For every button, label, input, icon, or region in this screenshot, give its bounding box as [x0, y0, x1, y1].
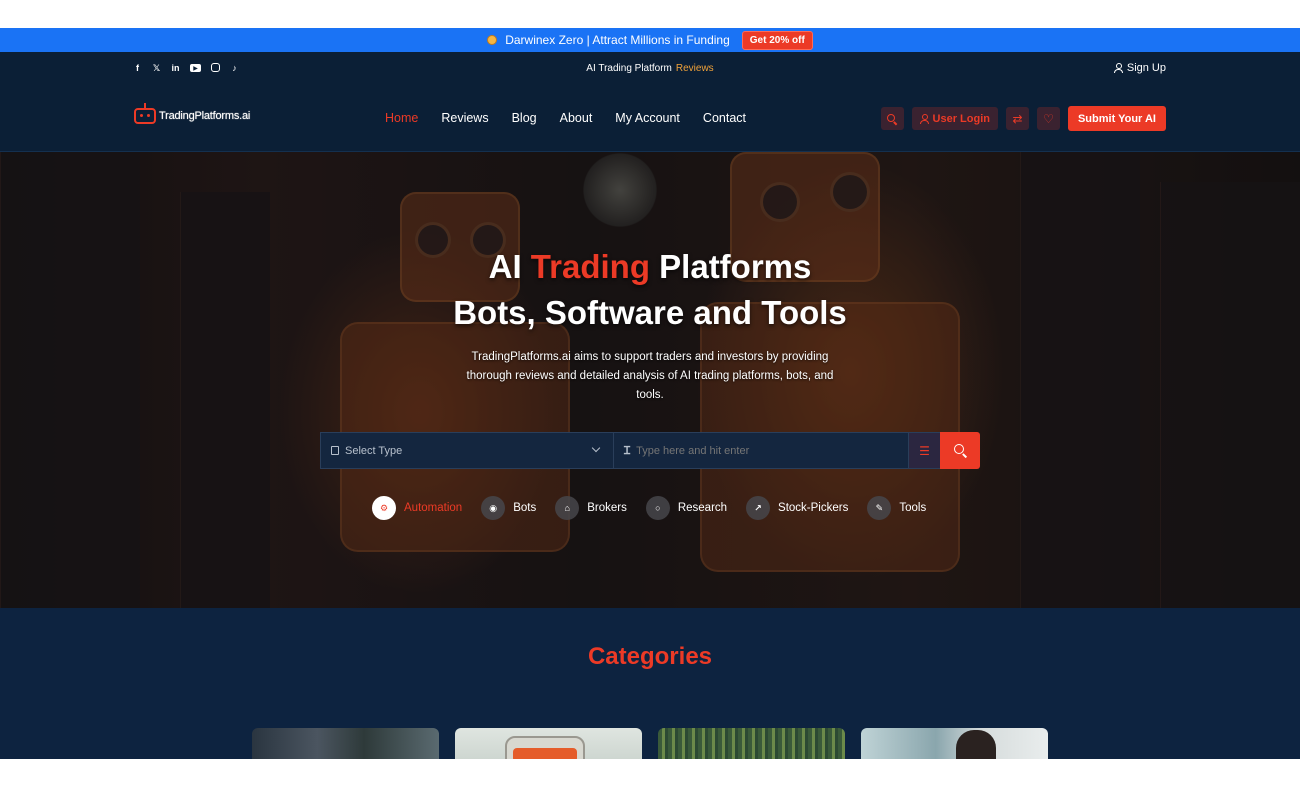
bookmark-icon: [331, 446, 339, 455]
sign-up-link[interactable]: Sign Up: [1113, 62, 1166, 74]
user-login-label: User Login: [932, 112, 990, 125]
robot-logo-icon: [134, 103, 156, 124]
hero-title: AI Trading Platforms Bots, Software and …: [0, 244, 1300, 336]
person-image: [956, 730, 996, 759]
sign-up-label: Sign Up: [1126, 62, 1166, 74]
category-card[interactable]: [658, 728, 845, 759]
user-login-button[interactable]: User Login: [911, 107, 998, 130]
compare-button[interactable]: ⇄: [1005, 107, 1029, 130]
chip-label: Bots: [513, 502, 537, 514]
hero-search-bar: Select Type Ɪ ☰: [320, 432, 980, 469]
medal-icon: [487, 35, 498, 45]
nav-my-account[interactable]: My Account: [615, 111, 680, 125]
main-nav: Home Reviews Blog About My Account Conta…: [385, 111, 746, 125]
search-icon: [887, 113, 897, 124]
category-card[interactable]: [455, 728, 642, 759]
nav-contact[interactable]: Contact: [703, 111, 746, 125]
search-input[interactable]: [636, 444, 877, 457]
hero-section: AI Trading Platforms Bots, Software and …: [0, 152, 1300, 608]
wishlist-button[interactable]: ♡: [1036, 107, 1060, 130]
hero-title-post: Platforms: [659, 248, 812, 285]
strip-reviews-link[interactable]: Reviews: [676, 63, 714, 74]
chevron-down-icon: [591, 443, 601, 453]
search-icon: [953, 444, 967, 457]
promo-cta-button[interactable]: Get 20% off: [741, 30, 813, 50]
nav-reviews[interactable]: Reviews: [441, 111, 488, 125]
bank-icon: ⌂: [555, 496, 580, 520]
page: Darwinex Zero | Attract Millions in Fund…: [0, 28, 1300, 759]
logo-text: TradingPlatforms.ai: [159, 110, 251, 122]
strip-text: AI Trading Platform: [586, 63, 672, 74]
user-icon: [919, 113, 929, 124]
chip-tools[interactable]: ✎ Tools: [867, 496, 926, 520]
site-logo[interactable]: TradingPlatforms.ai: [134, 103, 251, 124]
gears-icon: ⚙: [372, 496, 396, 520]
chip-label: Stock-Pickers: [778, 502, 849, 514]
promo-text: Darwinex Zero | Attract Millions in Fund…: [505, 33, 730, 47]
main-header: TradingPlatforms.ai Home Reviews Blog Ab…: [0, 86, 1300, 152]
chip-label: Brokers: [587, 502, 627, 514]
sliders-icon: ☰: [919, 443, 930, 458]
hero-title-line2: Bots, Software and Tools: [453, 294, 847, 331]
hero-title-pre: AI: [488, 248, 522, 285]
category-card[interactable]: [252, 728, 439, 759]
user-icon: [1113, 63, 1123, 73]
select-type-dropdown[interactable]: Select Type: [320, 432, 614, 469]
wrench-icon: ✎: [867, 496, 892, 520]
chip-label: Research: [677, 502, 728, 514]
strip-center: AI Trading Platform Reviews: [0, 63, 1300, 74]
select-type-label: Select Type: [345, 444, 403, 457]
filter-button[interactable]: ☰: [909, 432, 940, 469]
chip-brokers[interactable]: ⌂ Brokers: [555, 496, 627, 520]
top-strip: f 𝕏 in ▶ ♪ AI Trading Platform Reviews Si…: [0, 52, 1300, 86]
hero-description: TradingPlatforms.ai aims to support trad…: [466, 351, 834, 401]
header-tools: User Login ⇄ ♡ Submit Your AI: [880, 106, 1166, 131]
categories-title: Categories: [587, 643, 713, 670]
search-field[interactable]: Ɪ: [614, 432, 909, 469]
chip-label: Automation: [404, 502, 463, 514]
nav-blog[interactable]: Blog: [512, 111, 537, 125]
android-icon: ◉: [481, 496, 506, 520]
category-card[interactable]: [861, 728, 1048, 759]
header-search-button[interactable]: [880, 107, 904, 130]
hero-title-highlight: Trading: [530, 248, 650, 285]
promo-bar[interactable]: Darwinex Zero | Attract Millions in Fund…: [0, 28, 1300, 52]
vr-headset-image: [505, 736, 585, 759]
chip-stock-pickers[interactable]: ↗ Stock-Pickers: [746, 496, 848, 520]
text-cursor-icon: Ɪ: [624, 445, 631, 457]
nav-about[interactable]: About: [560, 111, 593, 125]
chip-bots[interactable]: ◉ Bots: [481, 496, 536, 520]
search-icon: ○: [645, 496, 670, 520]
viewport: Darwinex Zero | Attract Millions in Fund…: [0, 0, 1300, 788]
chip-research[interactable]: ○ Research: [645, 496, 728, 520]
chip-label: Tools: [899, 502, 927, 514]
chart-line-icon: ↗: [746, 496, 771, 520]
chip-automation[interactable]: ⚙ Automation: [372, 496, 462, 520]
nav-home[interactable]: Home: [385, 111, 418, 125]
submit-your-ai-button[interactable]: Submit Your AI: [1067, 106, 1166, 131]
search-submit-button[interactable]: [940, 432, 980, 469]
heart-icon: ♡: [1043, 111, 1054, 126]
category-chips: ⚙ Automation ◉ Bots ⌂ Brokers ○ Research…: [372, 496, 926, 520]
compare-arrows-icon: ⇄: [1012, 111, 1023, 126]
